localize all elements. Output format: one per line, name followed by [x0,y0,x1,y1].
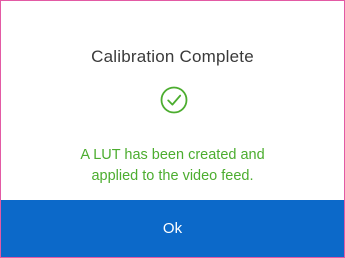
ok-button[interactable]: Ok [1,200,344,257]
dialog-title: Calibration Complete [91,47,254,66]
message-line-1: A LUT has been created and [80,147,265,163]
check-circle-icon [160,86,188,114]
dialog-message: A LUT has been created and applied to th… [1,145,344,187]
calibration-complete-dialog: Calibration Complete A LUT has been crea… [0,0,345,258]
message-line-2: applied to the video feed. [91,168,254,184]
